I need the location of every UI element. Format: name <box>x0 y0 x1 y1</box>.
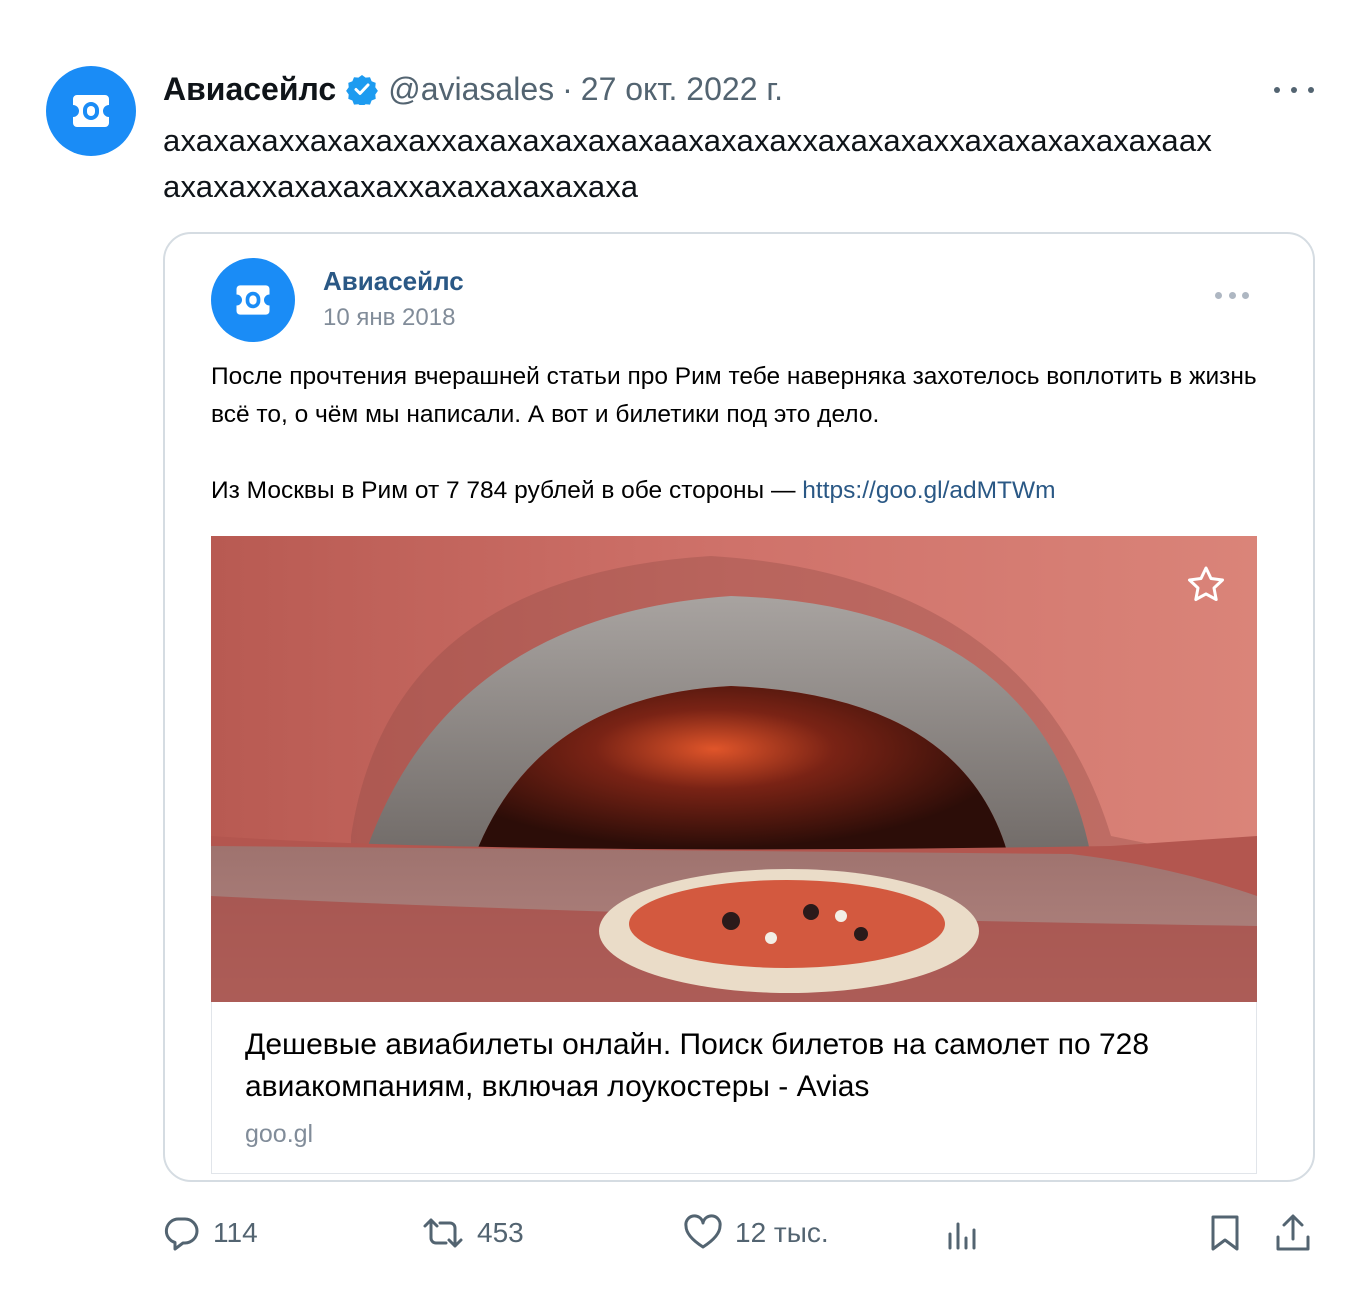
tweet-text: ахахахаххахахахаххахахахахахахаахахахахх… <box>163 123 1213 204</box>
offer-link: https://goo.gl/adMTWm <box>802 477 1056 504</box>
embedded-post-text: После прочтения вчерашней статьи про Рим… <box>211 363 1257 428</box>
heart-icon <box>684 1214 722 1249</box>
bookmark-icon <box>1211 1215 1239 1251</box>
tweet-header: Авиасейлс @aviasales · 27 окт. 2022 г. <box>163 66 783 112</box>
aviasales-logo-icon <box>73 95 109 127</box>
embedded-post-date: 10 янв 2018 <box>323 304 456 331</box>
pizza-oven-image <box>211 536 1257 1002</box>
link-preview-title: Дешевые авиабилеты онлайн. Поиск билетов… <box>245 1028 1150 1103</box>
embedded-post-card[interactable]: Авиасейлс 10 янв 2018 После прочтения вч… <box>163 232 1315 1182</box>
embedded-author-avatar <box>211 258 295 342</box>
repost-count: 453 <box>477 1217 524 1248</box>
share-icon <box>1276 1214 1310 1251</box>
aviasales-logo-icon <box>236 285 270 315</box>
verified-badge-icon <box>346 73 379 105</box>
bookmark-star-icon <box>1188 566 1224 601</box>
share-button[interactable] <box>1274 1206 1312 1260</box>
reply-icon <box>164 1217 199 1251</box>
reply-count: 114 <box>213 1217 258 1248</box>
header-separator: · <box>562 70 573 107</box>
link-preview-domain: goo.gl <box>245 1120 314 1148</box>
embedded-post-offer: Из Москвы в Рим от 7 784 рублей в обе ст… <box>211 472 1271 510</box>
tweet-actions: 114 453 12 тыс. <box>0 1206 1360 1260</box>
reply-button[interactable]: 114 <box>163 1206 258 1260</box>
link-preview: Дешевые авиабилеты онлайн. Поиск билетов… <box>211 1002 1257 1174</box>
views-button[interactable] <box>944 1206 980 1260</box>
repost-icon <box>423 1218 463 1248</box>
tweet-date[interactable]: 27 окт. 2022 г. <box>581 71 783 108</box>
author-name[interactable]: Авиасейлс <box>163 71 336 108</box>
offer-text: Из Москвы в Рим от 7 784 рублей в обе ст… <box>211 477 803 504</box>
bookmark-button[interactable] <box>1208 1206 1242 1260</box>
more-options-icon[interactable] <box>1274 76 1314 104</box>
like-count: 12 тыс. <box>735 1217 829 1248</box>
repost-button[interactable]: 453 <box>421 1206 524 1260</box>
like-button[interactable]: 12 тыс. <box>683 1206 829 1260</box>
author-avatar[interactable] <box>46 66 136 156</box>
author-handle[interactable]: @aviasales <box>388 71 554 108</box>
analytics-icon <box>948 1222 976 1250</box>
embedded-more-icon <box>1215 288 1249 302</box>
embedded-author-name: Авиасейлс <box>323 266 464 296</box>
